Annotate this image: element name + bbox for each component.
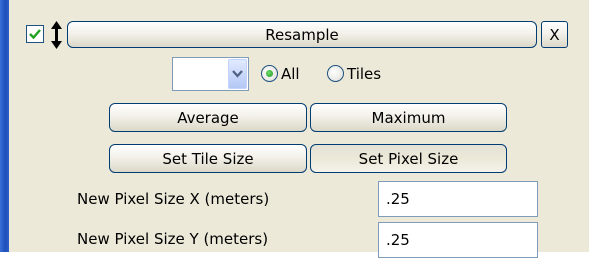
radio-selected-dot xyxy=(266,70,273,77)
close-button[interactable]: X xyxy=(541,21,568,48)
set-pixel-size-button[interactable]: Set Pixel Size xyxy=(310,144,507,173)
tile-select-dropdown[interactable] xyxy=(172,57,249,91)
close-button-label: X xyxy=(549,25,560,44)
pixel-size-x-label: New Pixel Size X (meters) xyxy=(77,190,270,208)
radio-all-label[interactable]: All xyxy=(281,62,300,86)
radio-tiles[interactable] xyxy=(327,65,344,82)
window-left-border xyxy=(0,0,9,252)
resample-button[interactable]: Resample xyxy=(67,21,537,48)
average-button-label: Average xyxy=(177,108,239,127)
maximum-button[interactable]: Maximum xyxy=(310,103,507,132)
checkmark-icon xyxy=(29,29,41,40)
radio-tiles-label[interactable]: Tiles xyxy=(347,62,381,86)
dropdown-arrow-button[interactable] xyxy=(228,59,247,89)
resample-button-label: Resample xyxy=(265,25,339,44)
pixel-size-y-input[interactable] xyxy=(378,222,538,258)
move-handle-icon[interactable] xyxy=(49,20,64,50)
maximum-button-label: Maximum xyxy=(371,108,446,127)
set-pixel-size-label: Set Pixel Size xyxy=(358,149,459,168)
pixel-size-y-label: New Pixel Size Y (meters) xyxy=(77,230,269,248)
chevron-down-icon xyxy=(232,70,243,78)
average-button[interactable]: Average xyxy=(109,103,307,132)
pixel-size-x-input[interactable] xyxy=(378,181,538,217)
enable-checkbox[interactable] xyxy=(26,25,44,43)
resample-panel: Resample X All Tiles Average Maximum Set… xyxy=(9,0,589,258)
set-tile-size-label: Set Tile Size xyxy=(162,149,254,168)
radio-all[interactable] xyxy=(261,65,278,82)
set-tile-size-button[interactable]: Set Tile Size xyxy=(109,144,307,173)
